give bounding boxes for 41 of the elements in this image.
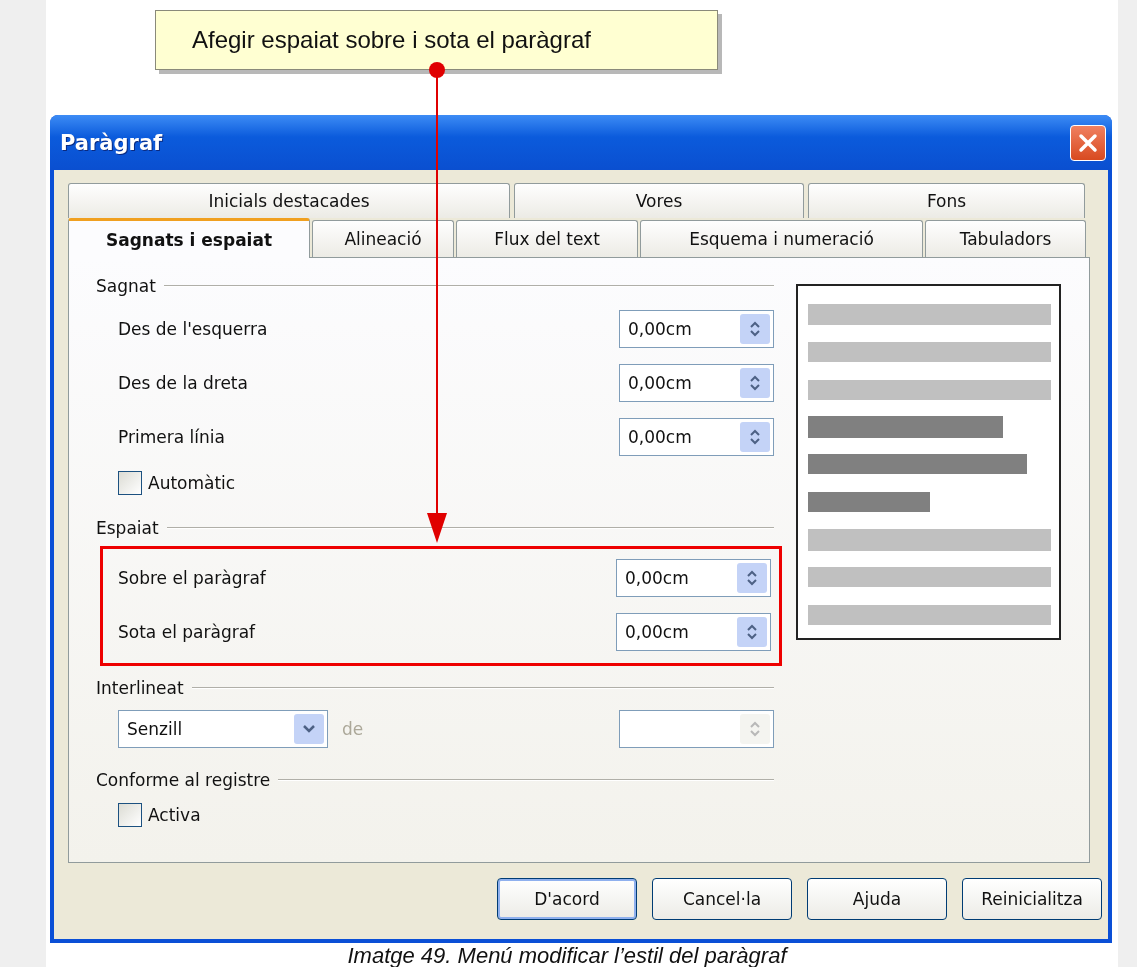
tab[interactable]: Alineació: [312, 220, 454, 257]
spin-field[interactable]: 0,00cm: [616, 613, 771, 651]
tab[interactable]: Vores: [514, 183, 804, 218]
spin-arrows-icon[interactable]: [740, 368, 770, 398]
section-title: Espaiat: [96, 518, 159, 538]
figure-caption: Imatge 49. Menú modificar l’estil del paràgraf: [346, 943, 790, 967]
close-icon: [1078, 132, 1098, 153]
field-label: Sota el paràgraf: [118, 622, 256, 642]
close-button[interactable]: [1070, 124, 1106, 161]
field-label: Primera línia: [118, 427, 225, 447]
tab[interactable]: Flux del text: [456, 220, 638, 257]
tab[interactable]: Inicials destacades: [68, 183, 510, 218]
spin-arrows-icon[interactable]: [740, 314, 770, 344]
spin-field[interactable]: 0,00cm: [619, 418, 774, 456]
section-title: Conforme al registre: [96, 770, 271, 790]
checkbox-label: Automàtic: [148, 473, 236, 493]
checkbox[interactable]: [118, 803, 142, 827]
dialog-button[interactable]: Ajuda: [807, 878, 947, 920]
dialog-button[interactable]: Reinicialitza: [962, 878, 1102, 920]
tab[interactable]: Sagnats i espaiat: [68, 218, 310, 258]
spin-arrows-icon[interactable]: [737, 617, 767, 647]
dialog-button[interactable]: Cancel·la: [652, 878, 792, 920]
field-label: de: [342, 719, 364, 739]
tab[interactable]: Esquema i numeració: [640, 220, 923, 257]
spin-field[interactable]: 0,00cm: [619, 310, 774, 348]
tab[interactable]: Tabuladors: [925, 220, 1086, 257]
tab[interactable]: Fons: [808, 183, 1085, 218]
spin-arrows-icon[interactable]: [740, 422, 770, 452]
checkbox-label: Activa: [148, 805, 201, 825]
spin-arrows-icon[interactable]: [737, 563, 767, 593]
field-label: Sobre el paràgraf: [118, 568, 266, 588]
dialog-button[interactable]: D'acord: [497, 878, 637, 920]
spin-field[interactable]: 0,00cm: [616, 559, 771, 597]
field-label: Des de l'esquerra: [118, 319, 268, 339]
window-title: Paràgraf: [60, 130, 163, 155]
section-title: Sagnat: [96, 276, 156, 296]
field-label: Des de la dreta: [118, 373, 248, 393]
checkbox[interactable]: [118, 471, 142, 495]
section-title: Interlineat: [96, 678, 184, 698]
spin-field[interactable]: [619, 710, 774, 748]
spin-field[interactable]: 0,00cm: [619, 364, 774, 402]
